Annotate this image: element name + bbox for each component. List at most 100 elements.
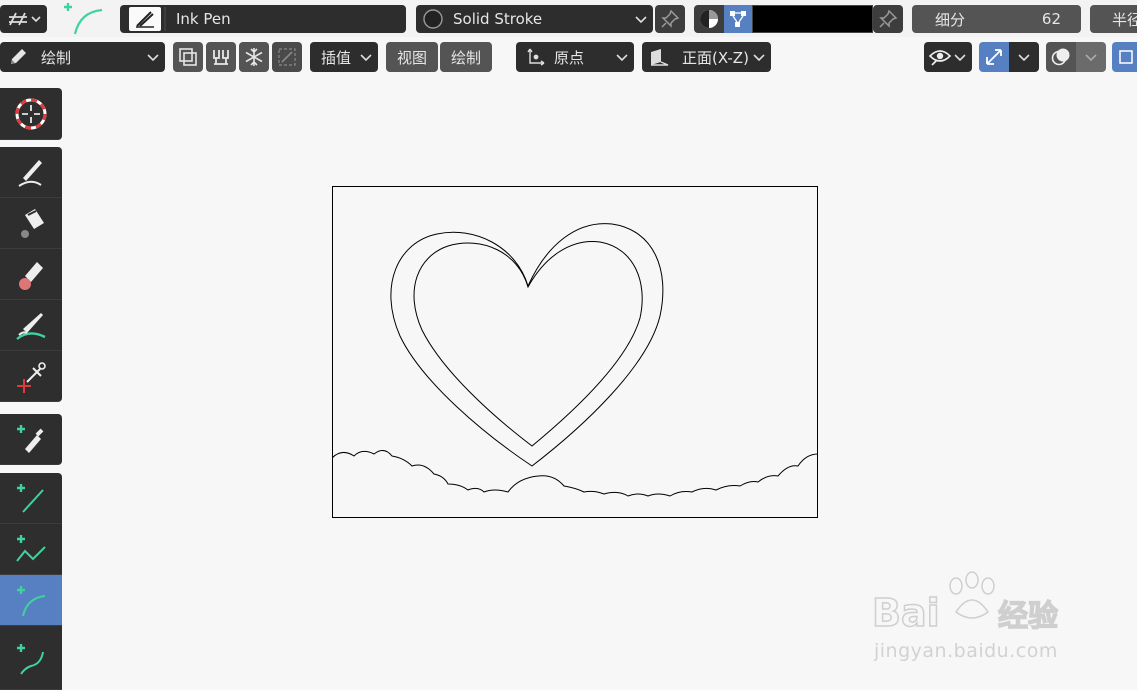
pencil-icon	[11, 49, 26, 64]
tool-fill[interactable]	[0, 198, 62, 249]
tool-erase[interactable]	[0, 249, 62, 300]
multiframe-button[interactable]	[173, 42, 203, 72]
tool-polyline[interactable]	[0, 524, 62, 575]
pin-material-button[interactable]	[655, 5, 685, 33]
tool-cutter[interactable]	[0, 351, 62, 402]
view-menu[interactable]: 视图	[386, 42, 438, 72]
curve-tool-icon	[17, 643, 44, 675]
color-swatch[interactable]	[752, 5, 873, 33]
plane-label: 正面(X-Z)	[682, 48, 749, 67]
pin-color-button[interactable]	[873, 5, 903, 33]
tool-curve[interactable]	[0, 626, 62, 690]
automerge-icon	[213, 50, 229, 65]
radius-field[interactable]: 半径	[1090, 5, 1137, 33]
tool-cursor[interactable]	[0, 88, 62, 140]
gizmo-dropdown[interactable]	[1009, 42, 1039, 72]
arc-tool-icon	[64, 3, 103, 35]
frame-stroke	[332, 186, 818, 518]
draw-pencil-icon	[18, 160, 42, 187]
watermark-url: jingyan.baidu.com	[874, 640, 1058, 662]
tool-settings-bar: 绘制 插值 视图 绘制 原点 正面(X-Z)	[0, 40, 1137, 74]
vertex-color-icon	[730, 11, 746, 27]
transform-icon	[278, 48, 296, 66]
chevron-down-icon	[1018, 54, 1030, 61]
eraser-icon	[19, 262, 43, 290]
chevron-down-icon	[147, 54, 159, 61]
heart-outer-stroke	[390, 223, 664, 467]
draw-label: 绘制	[450, 48, 481, 67]
baidu-paw-icon: Bai 经验	[871, 571, 1059, 636]
polyline-tool-icon	[16, 535, 46, 562]
origin-dropdown[interactable]: 原点	[516, 42, 634, 72]
heart-inner-stroke	[413, 241, 643, 447]
active-tool-icon	[58, 0, 108, 37]
brush-preview-icon	[129, 7, 161, 31]
pin-icon	[661, 9, 680, 28]
freeze-button[interactable]	[239, 42, 269, 72]
eyedropper-icon	[17, 425, 44, 453]
chevron-down-icon	[616, 54, 628, 61]
interpolate-dropdown[interactable]: 插值	[310, 42, 378, 72]
tint-brush-icon	[16, 313, 46, 340]
tool-draw[interactable]	[0, 147, 62, 198]
chevron-down-icon	[360, 54, 372, 61]
svg-text:经验: 经验	[998, 599, 1058, 634]
material-mode-icon	[700, 10, 718, 28]
material-color-mode-button[interactable]	[694, 5, 724, 33]
chevron-down-icon	[954, 54, 966, 61]
radius-label: 半径	[1112, 10, 1137, 29]
tool-line[interactable]	[0, 473, 62, 524]
origin-label: 原点	[554, 48, 585, 67]
cloud-stroke	[331, 450, 819, 497]
pen-brush-icon	[136, 11, 154, 28]
cursor-icon	[15, 98, 47, 129]
cutter-icon	[17, 362, 46, 393]
origin-icon	[527, 48, 545, 66]
mode-label: 绘制	[41, 48, 72, 67]
draw-menu[interactable]: 绘制	[440, 42, 492, 72]
visibility-dropdown[interactable]	[924, 42, 972, 72]
chevron-down-icon	[753, 54, 765, 61]
svg-text:Bai: Bai	[872, 591, 940, 635]
chevron-down-icon	[635, 16, 647, 23]
subdivision-field[interactable]: 细分 62	[912, 5, 1081, 33]
brush-selector[interactable]: Ink Pen	[120, 5, 406, 33]
plane-icon	[651, 49, 669, 66]
gizmo-toggle-button[interactable]	[979, 42, 1009, 72]
overlay-icon	[1051, 48, 1070, 66]
editor-type-dropdown[interactable]	[0, 5, 47, 33]
paint-bucket-icon	[21, 209, 44, 238]
view-label: 视图	[396, 48, 427, 67]
interpolate-label: 插值	[321, 48, 352, 67]
xray-icon	[1118, 50, 1133, 64]
arc-tool-icon	[17, 586, 46, 617]
header-bar: Ink Pen Solid Stroke 细分 62 半径	[0, 0, 1137, 37]
material-sphere-icon	[423, 9, 443, 29]
automerge-button[interactable]	[206, 42, 236, 72]
transform-button[interactable]	[272, 42, 302, 72]
overlay-toggle-button[interactable]	[1046, 42, 1076, 72]
brush-name: Ink Pen	[176, 10, 231, 28]
overlay-dropdown[interactable]	[1076, 42, 1106, 72]
tool-eyedropper[interactable]	[0, 414, 62, 465]
line-tool-icon	[17, 484, 44, 513]
material-selector[interactable]: Solid Stroke	[416, 5, 653, 33]
tool-tint[interactable]	[0, 300, 62, 351]
material-name: Solid Stroke	[453, 10, 543, 28]
eye-icon	[928, 50, 952, 66]
plane-dropdown[interactable]: 正面(X-Z)	[642, 42, 771, 72]
grease-pencil-icon	[8, 12, 27, 26]
snowflake-icon	[245, 48, 263, 66]
tool-arc[interactable]	[0, 575, 62, 626]
subdivision-value: 62	[1041, 10, 1061, 28]
chevron-down-icon	[1085, 54, 1097, 61]
subdivision-label: 细分	[935, 10, 966, 29]
multiframe-icon	[179, 48, 197, 66]
drawing-canvas[interactable]	[331, 186, 819, 518]
chevron-down-icon	[30, 16, 41, 23]
pin-icon	[879, 9, 898, 28]
xray-toggle-button[interactable]	[1112, 42, 1137, 72]
vertex-color-mode-button[interactable]	[724, 5, 752, 33]
mode-dropdown[interactable]: 绘制	[0, 42, 165, 72]
gizmo-icon	[986, 49, 1002, 65]
